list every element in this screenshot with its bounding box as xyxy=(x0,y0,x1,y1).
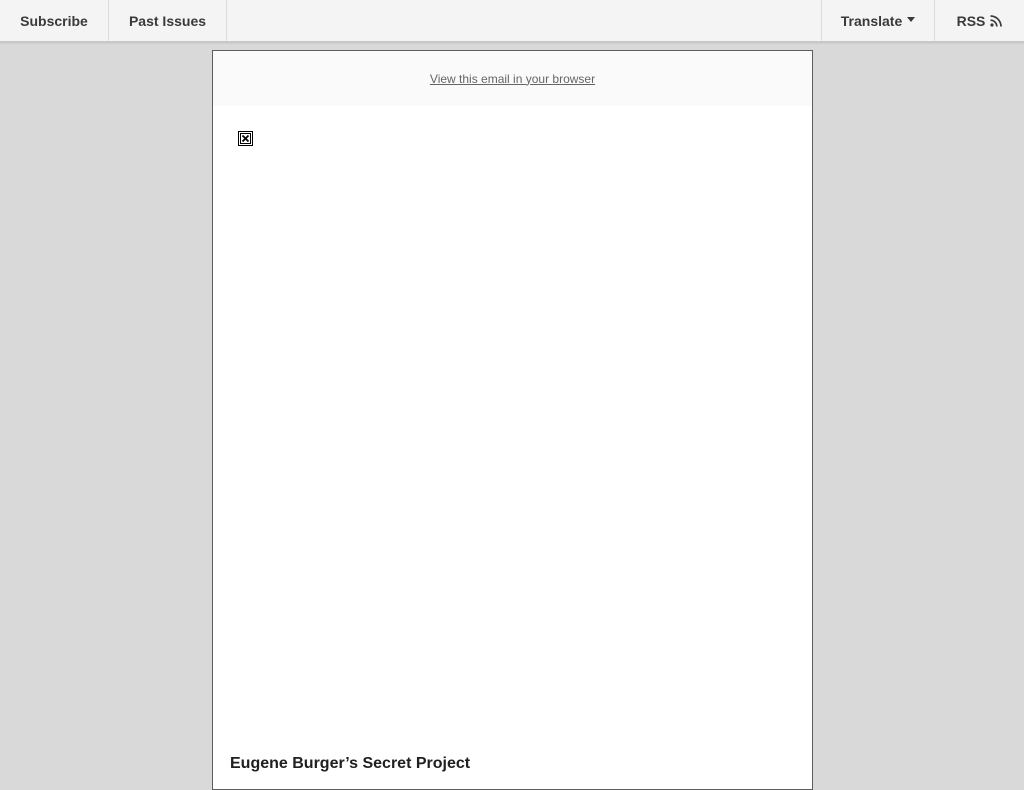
preheader: View this email in your browser xyxy=(213,51,812,106)
rss-label: RSS xyxy=(956,12,986,29)
rss-icon xyxy=(990,14,1003,27)
nav-right-group: Translate RSS xyxy=(821,0,1024,41)
past-issues-link[interactable]: Past Issues xyxy=(109,0,227,41)
rss-link[interactable]: RSS xyxy=(934,0,1024,41)
top-nav-bar: Subscribe Past Issues Translate RSS xyxy=(0,0,1024,42)
view-in-browser-link[interactable]: View this email in your browser xyxy=(430,72,595,86)
broken-image-icon xyxy=(238,131,253,146)
email-headline: Eugene Burger’s Secret Project xyxy=(230,755,471,772)
subscribe-link[interactable]: Subscribe xyxy=(0,0,109,41)
past-issues-label: Past Issues xyxy=(128,12,207,29)
subscribe-label: Subscribe xyxy=(20,12,88,29)
nav-left-group: Subscribe Past Issues xyxy=(0,0,227,41)
email-container: View this email in your browser Eugene B… xyxy=(212,50,813,790)
translate-dropdown[interactable]: Translate xyxy=(821,0,934,41)
translate-label: Translate xyxy=(840,12,903,29)
caret-down-icon xyxy=(907,17,916,22)
